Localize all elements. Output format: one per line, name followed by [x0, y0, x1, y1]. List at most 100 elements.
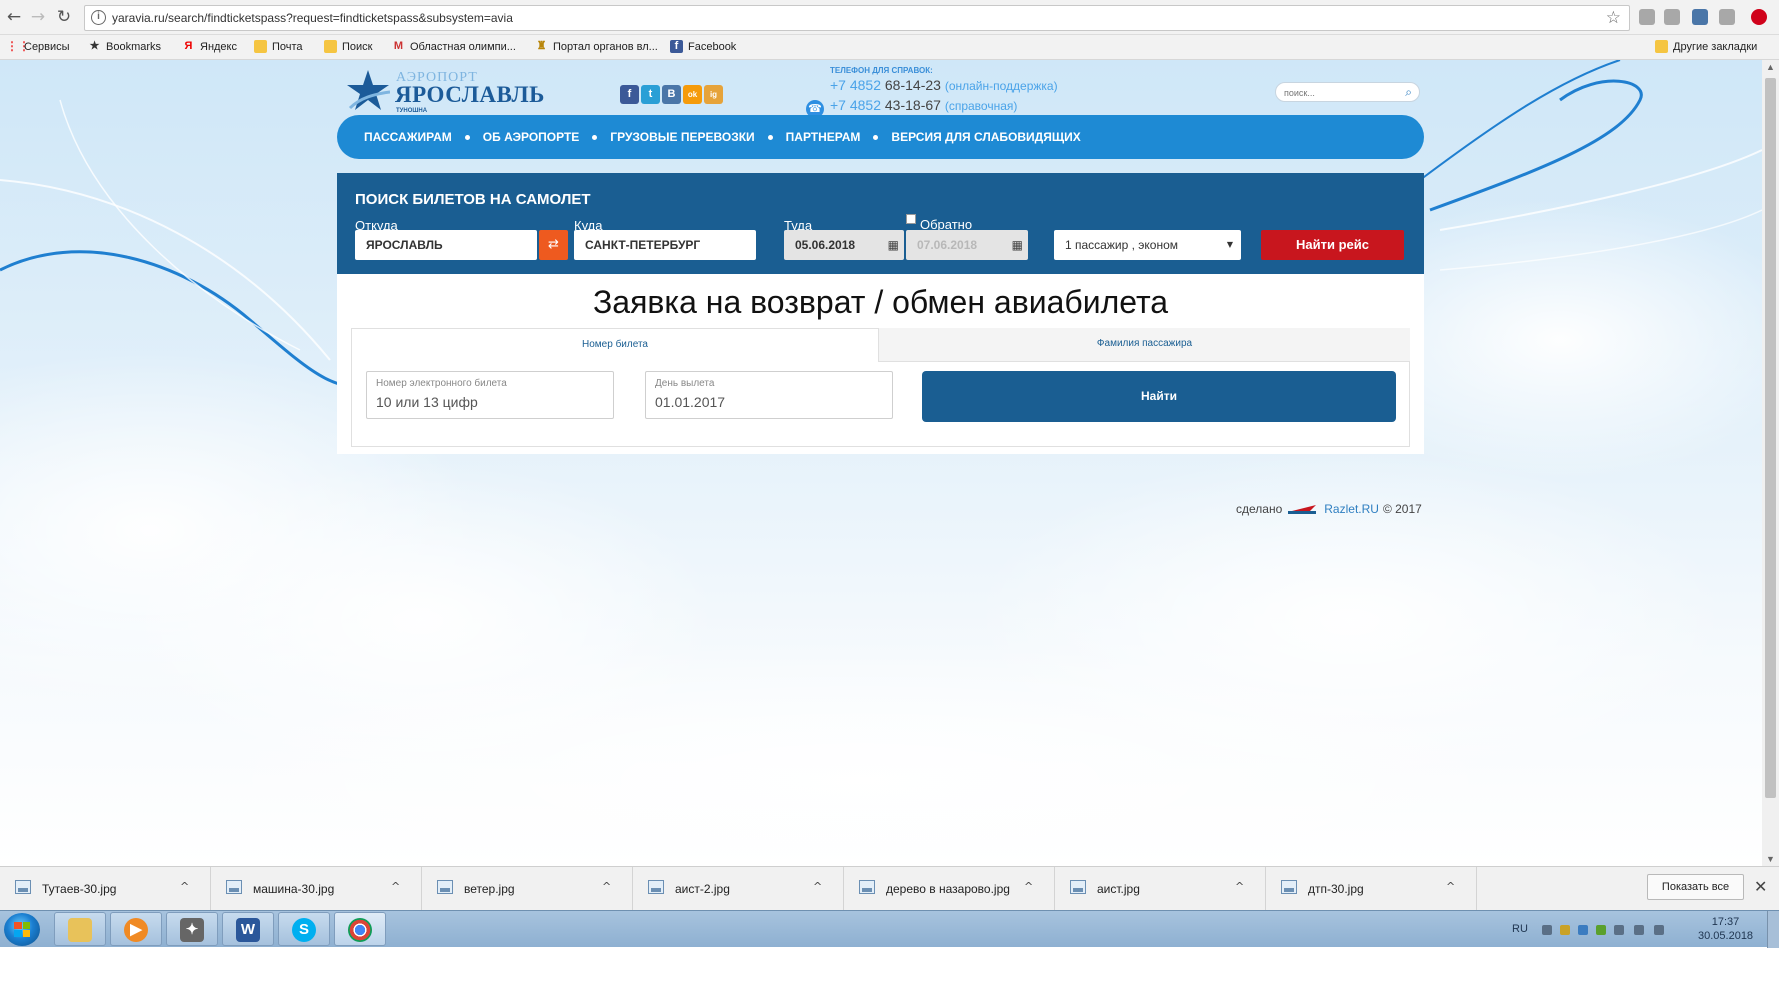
back-icon[interactable]: ←	[4, 7, 24, 27]
passengers-select[interactable]: 1 пассажир , эконом ▼	[1054, 230, 1241, 260]
skype-icon: S	[292, 918, 316, 942]
reload-icon[interactable]: ↻	[54, 7, 74, 27]
departure-day-field[interactable]: День вылета 01.01.2017	[645, 371, 893, 419]
tray-icon[interactable]	[1596, 925, 1606, 935]
bookmark-facebook[interactable]: f Facebook	[670, 40, 736, 53]
instagram-icon[interactable]: ig	[704, 85, 723, 104]
bookmark-label: Другие закладки	[1673, 40, 1758, 53]
return-checkbox[interactable]	[906, 214, 916, 224]
taskbar-explorer[interactable]	[54, 912, 106, 946]
find-flight-button[interactable]: Найти рейс	[1261, 230, 1404, 260]
bookmark-mail[interactable]: Почта	[254, 40, 303, 53]
chevron-up-icon[interactable]: ^	[1024, 880, 1033, 893]
bookmark-search[interactable]: Поиск	[324, 40, 372, 53]
twitter-icon[interactable]: t	[641, 85, 660, 104]
tray-icon[interactable]	[1578, 925, 1588, 935]
extension-icon[interactable]	[1639, 9, 1655, 25]
extension-icon[interactable]	[1719, 9, 1735, 25]
tray-icon[interactable]	[1542, 925, 1552, 935]
extension-icon[interactable]	[1664, 9, 1680, 25]
menu-cargo[interactable]: ГРУЗОВЫЕ ПЕРЕВОЗКИ	[610, 130, 754, 144]
opera-extension-icon[interactable]	[1751, 9, 1767, 25]
bookmark-bookmarks[interactable]: ★ Bookmarks	[88, 40, 161, 53]
swap-icon[interactable]: ⇄	[539, 230, 568, 260]
chevron-up-icon[interactable]: ^	[1235, 880, 1244, 893]
airport-logo[interactable]: АЭРОПОРТ ЯРОСЛАВЛЬ ТУНОШНА	[346, 66, 546, 118]
page-scrollbar[interactable]: ▲ ▼	[1762, 60, 1779, 866]
from-field[interactable]: ЯРОСЛАВЛЬ	[355, 230, 537, 260]
tab-passenger-surname[interactable]: Фамилия пассажира	[879, 328, 1410, 362]
bookmark-star-icon[interactable]: ☆	[1606, 8, 1621, 28]
network-icon[interactable]	[1634, 925, 1644, 935]
start-button[interactable]	[4, 913, 40, 946]
chevron-up-icon[interactable]: ^	[602, 880, 611, 893]
menu-accessibility[interactable]: ВЕРСИЯ ДЛЯ СЛАБОВИДЯЩИХ	[891, 130, 1080, 144]
calendar-icon[interactable]: ▦	[1012, 230, 1023, 260]
scroll-up-icon[interactable]: ▲	[1762, 60, 1779, 74]
razlet-link[interactable]: Razlet.RU	[1324, 502, 1379, 516]
footer-credit: сделано Razlet.RU © 2017	[1236, 502, 1422, 516]
phone-note[interactable]: (онлайн-поддержка)	[945, 79, 1058, 93]
download-item[interactable]: дерево в назарово.jpg ^	[844, 867, 1055, 911]
taskbar-media-player[interactable]: ▶	[110, 912, 162, 946]
odnoklassniki-icon[interactable]: ok	[683, 85, 702, 104]
menu-partners[interactable]: ПАРТНЕРАМ	[786, 130, 861, 144]
chevron-up-icon[interactable]: ^	[1446, 880, 1455, 893]
bookmarks-bar: ⋮⋮ Сервисы ★ Bookmarks Я Яндекс Почта По…	[0, 35, 1779, 60]
volume-icon[interactable]	[1654, 925, 1664, 935]
download-item[interactable]: дтп-30.jpg ^	[1266, 867, 1477, 911]
close-icon[interactable]: ✕	[1754, 877, 1767, 896]
ticket-number-field[interactable]: Номер электронного билета 10 или 13 цифр	[366, 371, 614, 419]
taskbar-skype[interactable]: S	[278, 912, 330, 946]
tray-icon[interactable]	[1560, 925, 1570, 935]
download-item[interactable]: ветер.jpg ^	[422, 867, 633, 911]
chevron-up-icon[interactable]: ^	[391, 880, 400, 893]
scroll-down-icon[interactable]: ▼	[1762, 852, 1779, 866]
show-desktop-button[interactable]	[1767, 911, 1779, 948]
menu-about[interactable]: ОБ АЭРОПОРТЕ	[483, 130, 580, 144]
download-item[interactable]: аист-2.jpg ^	[633, 867, 844, 911]
chevron-up-icon[interactable]: ^	[813, 880, 822, 893]
bookmark-portal[interactable]: ♜ Портал органов вл...	[535, 40, 658, 53]
vk-icon[interactable]: B	[662, 85, 681, 104]
search-icon[interactable]: ⌕	[1405, 85, 1412, 100]
tab-ticket-number[interactable]: Номер билета	[351, 328, 879, 362]
download-item[interactable]: машина-30.jpg ^	[211, 867, 422, 911]
bookmark-label: Яндекс	[200, 40, 237, 53]
flag-icon[interactable]	[1614, 925, 1624, 935]
vk-extension-icon[interactable]	[1692, 9, 1708, 25]
chevron-down-icon: ▼	[1226, 240, 1233, 249]
forward-icon[interactable]: →	[28, 7, 48, 27]
downloads-bar: Тутаев-30.jpg ^ машина-30.jpg ^ ветер.jp…	[0, 866, 1779, 911]
search-input[interactable]	[1284, 85, 1394, 100]
return-date-value: 07.06.2018	[917, 238, 978, 252]
facebook-icon[interactable]: f	[620, 85, 639, 104]
download-item[interactable]: аист.jpg ^	[1055, 867, 1266, 911]
refund-form: Номер электронного билета 10 или 13 цифр…	[351, 362, 1410, 447]
star-icon: ★	[89, 40, 100, 52]
menu-passengers[interactable]: ПАССАЖИРАМ	[364, 130, 452, 144]
bookmark-label: Почта	[272, 40, 303, 53]
language-indicator[interactable]: RU	[1512, 923, 1528, 935]
chevron-up-icon[interactable]: ^	[180, 880, 189, 893]
bookmark-other[interactable]: Другие закладки	[1655, 40, 1757, 53]
bookmark-yandex[interactable]: Я Яндекс	[182, 40, 237, 53]
show-all-downloads-button[interactable]: Показать все	[1647, 874, 1744, 900]
info-icon[interactable]: i	[91, 10, 106, 25]
scroll-thumb[interactable]	[1765, 78, 1776, 798]
bookmark-services[interactable]: ⋮⋮ Сервисы	[6, 40, 70, 53]
bookmark-olympiad[interactable]: M Областная олимпи...	[392, 40, 516, 53]
download-item[interactable]: Тутаев-30.jpg ^	[0, 867, 211, 911]
calendar-icon[interactable]: ▦	[888, 230, 899, 260]
phone-note[interactable]: (справочная)	[945, 99, 1018, 113]
find-button[interactable]: Найти	[922, 371, 1396, 422]
taskbar-chrome[interactable]	[334, 912, 386, 946]
taskbar-word[interactable]: W	[222, 912, 274, 946]
menu-separator	[767, 134, 773, 140]
departure-date-field[interactable]: 05.06.2018 ▦	[784, 230, 904, 260]
to-field[interactable]: САНКТ-ПЕТЕРБУРГ	[574, 230, 756, 260]
address-bar[interactable]: i yaravia.ru/search/findticketspass?requ…	[84, 5, 1630, 31]
clock[interactable]: 17:37 30.05.2018	[1698, 915, 1753, 943]
taskbar-photos[interactable]: ✦	[166, 912, 218, 946]
return-date-field[interactable]: 07.06.2018 ▦	[906, 230, 1028, 260]
